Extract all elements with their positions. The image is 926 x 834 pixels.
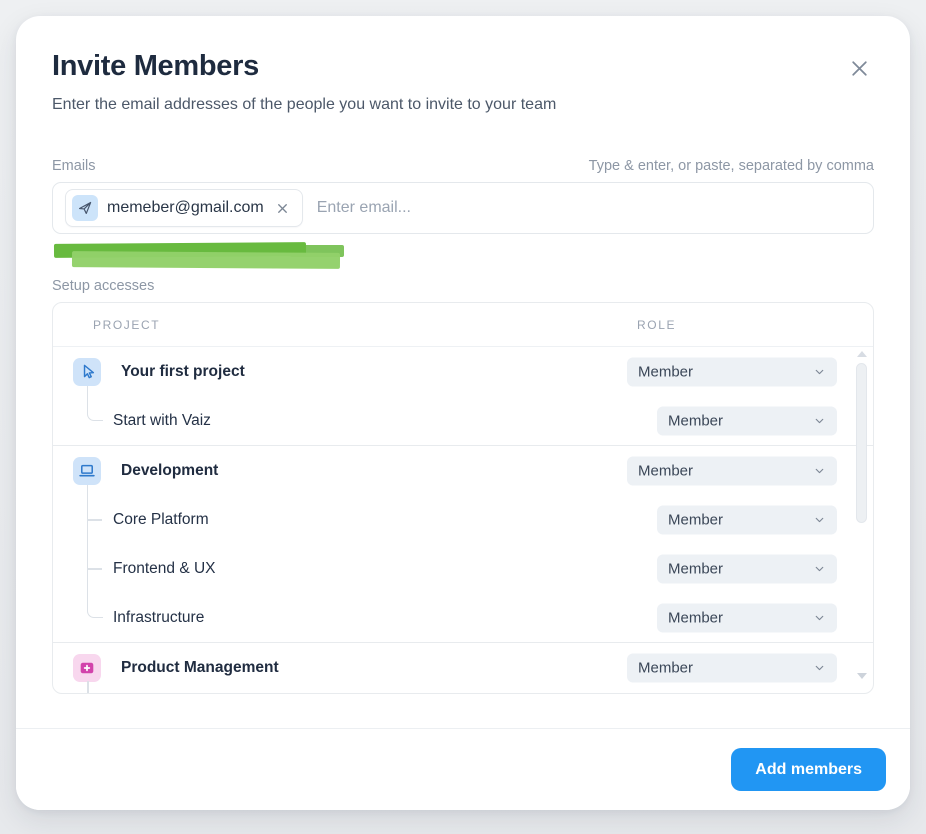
project-row: Product Management Member [53, 643, 873, 692]
subproject-row: Start with Vaiz Member [53, 396, 873, 445]
project-name: Development [121, 462, 218, 480]
chevron-down-icon [813, 365, 826, 378]
email-input-container[interactable]: memeber@gmail.com [52, 182, 874, 234]
project-group-section: Your first project Member Start with Vai… [53, 347, 873, 445]
scrollbar-thumb[interactable] [856, 363, 867, 523]
role-value: Member [668, 412, 723, 429]
green-marker-redaction [54, 242, 346, 272]
access-table-header: PROJECT ROLE [53, 303, 873, 347]
emails-label: Emails [52, 158, 96, 174]
subproject-row: Core Platform Member [53, 495, 873, 544]
role-value: Member [668, 511, 723, 528]
role-value: Member [638, 363, 693, 380]
project-children: Start with Vaiz Member [53, 396, 873, 445]
cursor-icon [73, 358, 101, 386]
chevron-down-icon [813, 464, 826, 477]
role-select[interactable]: Member [627, 653, 837, 682]
column-header-role: ROLE [637, 318, 676, 332]
remove-icon [275, 201, 290, 216]
emails-hint: Type & enter, or paste, separated by com… [589, 158, 874, 174]
subproject-row: Frontend & UX Member [53, 544, 873, 593]
subproject-row: Infrastructure Member [53, 593, 873, 642]
close-button[interactable] [845, 54, 874, 83]
project-row: Your first project Member [53, 347, 873, 396]
project-group-section: Product Management Member [53, 642, 873, 692]
modal-header: Invite Members [52, 50, 874, 83]
column-header-project: PROJECT [93, 318, 160, 332]
access-table-body: Your first project Member Start with Vai… [53, 347, 873, 692]
email-chips: memeber@gmail.com [65, 189, 303, 227]
role-select[interactable]: Member [627, 456, 837, 485]
chevron-down-icon [813, 611, 826, 624]
modal-subtitle: Enter the email addresses of the people … [52, 96, 874, 114]
invite-members-modal: Invite Members Enter the email addresses… [16, 16, 910, 810]
email-chip[interactable]: memeber@gmail.com [65, 189, 303, 227]
subproject-name: Infrastructure [113, 609, 204, 627]
project-group-section: Development Member Core Platform Member … [53, 445, 873, 642]
role-value: Member [638, 462, 693, 479]
scroll-down-arrow-icon[interactable] [857, 673, 867, 679]
subproject-name: Start with Vaiz [113, 412, 211, 430]
role-select[interactable]: Member [657, 603, 837, 632]
table-scrollbar[interactable] [855, 351, 868, 683]
role-value: Member [668, 560, 723, 577]
email-chip-value: memeber@gmail.com [107, 199, 264, 217]
setup-accesses-label: Setup accesses [52, 278, 874, 294]
subproject-name: Frontend & UX [113, 560, 216, 578]
role-select[interactable]: Member [627, 357, 837, 386]
chevron-down-icon [813, 414, 826, 427]
marker-stroke-light [72, 251, 340, 269]
role-select[interactable]: Member [657, 406, 837, 435]
role-select[interactable]: Member [657, 505, 837, 534]
board-plus-icon [73, 654, 101, 682]
chevron-down-icon [813, 661, 826, 674]
role-select[interactable]: Member [657, 554, 837, 583]
email-input[interactable] [317, 199, 861, 217]
project-name: Your first project [121, 363, 245, 381]
send-icon [72, 195, 98, 221]
add-members-button[interactable]: Add members [731, 748, 886, 791]
modal-footer: Add members [16, 728, 910, 810]
access-table: PROJECT ROLE Your first project Member [52, 302, 874, 694]
close-icon [849, 58, 870, 79]
remove-email-button[interactable] [273, 199, 292, 218]
role-value: Member [668, 609, 723, 626]
project-name: Product Management [121, 659, 279, 677]
project-row: Development Member [53, 446, 873, 495]
laptop-icon [73, 457, 101, 485]
subproject-name: Core Platform [113, 511, 209, 529]
chevron-down-icon [813, 562, 826, 575]
scroll-up-arrow-icon[interactable] [857, 351, 867, 357]
project-children: Core Platform Member Frontend & UX Membe… [53, 495, 873, 642]
page-title: Invite Members [52, 50, 259, 83]
role-value: Member [638, 659, 693, 676]
chevron-down-icon [813, 513, 826, 526]
